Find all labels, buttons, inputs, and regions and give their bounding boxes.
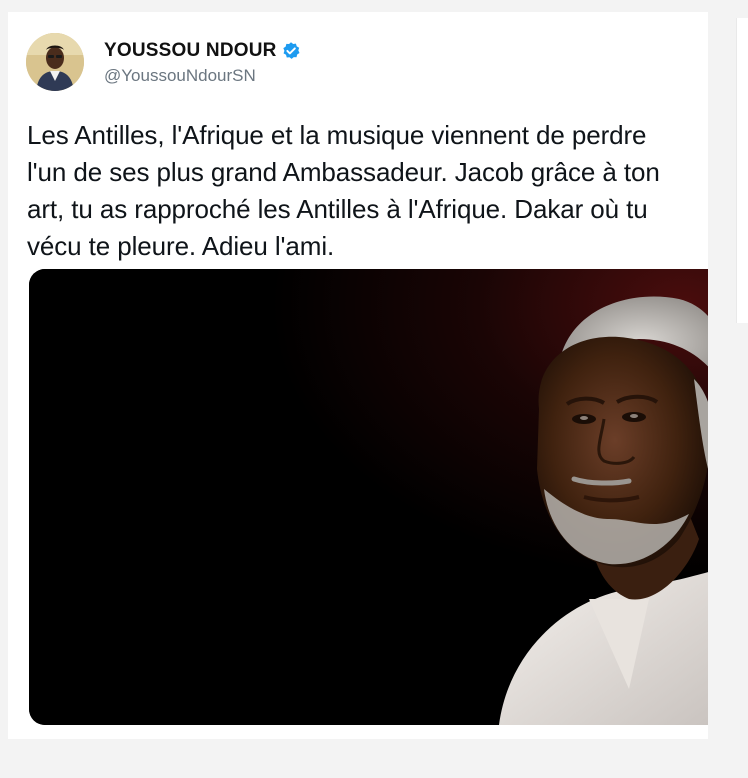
user-meta: YOUSSOU NDOUR @YoussouNdourSN: [104, 38, 301, 86]
portrait-photo-icon: [29, 269, 708, 725]
screenshot-stage: YOUSSOU NDOUR @YoussouNdourSN Les Antill…: [0, 0, 748, 778]
tweet-media[interactable]: [29, 269, 708, 725]
tweet-text: Les Antilles, l'Afrique et la musique vi…: [27, 120, 660, 261]
display-name-row: YOUSSOU NDOUR: [104, 38, 301, 64]
adjacent-panel-edge: [736, 18, 748, 323]
avatar[interactable]: [26, 33, 84, 91]
tweet-card[interactable]: YOUSSOU NDOUR @YoussouNdourSN Les Antill…: [8, 12, 708, 739]
user-handle[interactable]: @YoussouNdourSN: [104, 66, 301, 86]
verified-badge-icon: [281, 41, 301, 61]
display-name[interactable]: YOUSSOU NDOUR: [104, 40, 277, 62]
tweet-header: YOUSSOU NDOUR @YoussouNdourSN: [26, 32, 301, 92]
avatar-portrait-icon: [26, 33, 84, 91]
